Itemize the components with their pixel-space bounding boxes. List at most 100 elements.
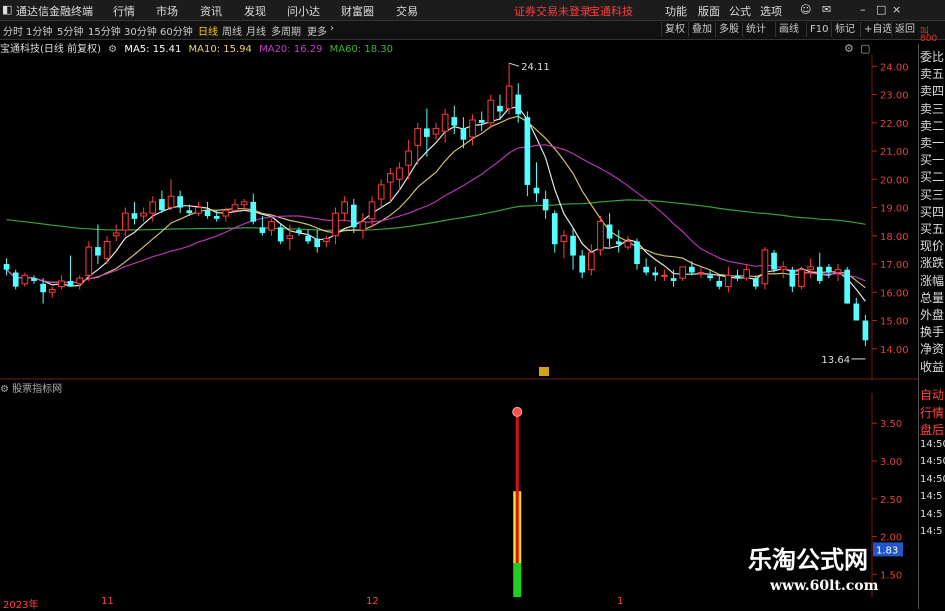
stock-name-header: 宝通科技 (589, 5, 633, 18)
candlestick-chart[interactable]: 24.00 23.00 22.00 21.00 20.00 19.00 18.00 17.00… (0, 55, 918, 380)
candle-body (3, 264, 10, 270)
candle-body (606, 224, 613, 239)
mail-icon[interactable]: ✉ (822, 3, 831, 16)
candle-body (469, 119, 476, 138)
high-annotation: 24.11 (521, 62, 550, 73)
quote-field-label: 卖三 (920, 101, 945, 116)
quote-field-label: 买五 (920, 222, 945, 236)
candle-body (277, 227, 284, 242)
quote-field-label: 买四 (920, 204, 945, 219)
candle-body (697, 271, 705, 274)
login-notice[interactable]: 证券交易未登录 (514, 3, 591, 19)
period-15min[interactable]: 15分钟 (88, 23, 121, 38)
candle-body (31, 278, 37, 281)
menu-item-news[interactable]: 资讯 (200, 3, 222, 19)
menu-item-ask[interactable]: 问小达 (287, 3, 320, 19)
panel-settings-icon[interactable]: ⚙ (844, 42, 854, 55)
period-intraday[interactable]: 分时 (3, 23, 23, 38)
low-annotation: 13.64 (821, 355, 850, 366)
minimize-icon[interactable]: – (860, 3, 866, 16)
period-weekly[interactable]: 周线 (222, 23, 242, 38)
quote-lower-label: 行情 (920, 405, 945, 420)
candle-body (688, 266, 695, 273)
candle-body (560, 235, 568, 242)
quote-panel-header: 800 (920, 34, 938, 44)
maximize-icon[interactable]: □ (876, 3, 886, 16)
candle-body (149, 201, 157, 214)
candle-body (240, 201, 248, 206)
candle-body (441, 113, 449, 132)
candle-body (296, 230, 302, 233)
candle-body (432, 127, 440, 135)
ma60-label: MA60: 18.30 (329, 44, 394, 55)
watermark: 乐淘公式网 www.60lt.com (748, 540, 928, 602)
tool-stats[interactable]: 统计 (742, 22, 769, 37)
ma-info-bar: 宝通科技(日线 前复权) ⚙ MA5: 15.41 MA10: 15.94 MA… (0, 40, 397, 55)
settings-gear-icon[interactable]: ⚙ (108, 44, 117, 55)
y-tick-label: 22.00 (880, 119, 909, 130)
candle-body (844, 269, 850, 304)
quote-field-label: 买三 (920, 187, 945, 202)
candle-body (21, 274, 29, 285)
period-monthly[interactable]: 月线 (246, 23, 266, 38)
candle-body (670, 278, 677, 281)
period-5min[interactable]: 5分钟 (57, 23, 83, 38)
tool-f10[interactable]: F10 (806, 22, 831, 37)
menu-item-quotes[interactable]: 行情 (113, 3, 135, 19)
quote-lower-label: 盘后 (920, 423, 945, 437)
menu-layout[interactable]: 版面 (698, 3, 720, 19)
candle-body (497, 105, 503, 112)
candle-body (798, 269, 805, 288)
close-icon[interactable]: × (892, 3, 901, 16)
menu-item-trade[interactable]: 交易 (396, 3, 418, 19)
quote-lower-label: 14:5 (920, 491, 943, 502)
y-tick-label: 20.00 (880, 175, 909, 186)
period-daily[interactable]: 日线 (198, 23, 218, 38)
y-tick-label: 15.00 (880, 317, 909, 328)
candle-body (112, 232, 120, 237)
period-1min[interactable]: 1分钟 (26, 23, 52, 38)
y-tick-label: 3.50 (880, 419, 902, 430)
candle-body (58, 280, 65, 288)
candle-body (615, 241, 622, 245)
panel-expand-icon[interactable]: ▢ (860, 42, 870, 55)
candle-body (140, 212, 147, 217)
candle-body (305, 235, 311, 242)
menu-item-wealth[interactable]: 财富圈 (341, 3, 374, 19)
chevron-right-icon[interactable]: › (330, 23, 334, 34)
quote-field-label: 涨幅 (920, 273, 945, 288)
quote-lower-label: 14:50 (920, 473, 945, 485)
period-more[interactable]: 更多 (307, 23, 327, 38)
candle-body (533, 187, 540, 194)
menu-item-market[interactable]: 市场 (156, 3, 178, 19)
period-30min[interactable]: 30分钟 (124, 23, 157, 38)
menu-function[interactable]: 功能 (665, 3, 687, 19)
candle-body (268, 221, 275, 231)
tool-draw[interactable]: 画线 (775, 22, 802, 37)
user-icon[interactable]: ☺ (800, 3, 811, 16)
tool-adjust[interactable]: 复权 (661, 22, 688, 37)
candle-body (186, 210, 193, 214)
candle-body (12, 272, 19, 287)
app-title: 通达信金融终端 (16, 5, 93, 18)
period-multi[interactable]: 多周期 (271, 23, 301, 38)
signal-bar-red (515, 411, 519, 492)
candle-body (634, 241, 640, 265)
tool-multistock[interactable]: 多股 (715, 22, 742, 37)
y-tick-label: 17.00 (880, 260, 909, 271)
y-tick-label: 23.00 (880, 91, 909, 102)
candle-body (761, 249, 769, 285)
tool-mark[interactable]: 标记 (831, 22, 858, 37)
y-tick-label: 19.00 (880, 204, 909, 215)
tool-overlay[interactable]: 叠加 (688, 22, 715, 37)
candle-body (40, 283, 46, 293)
tool-back[interactable]: 返回 (891, 22, 918, 37)
menu-item-discover[interactable]: 发现 (244, 3, 266, 19)
menu-options[interactable]: 选项 (760, 3, 782, 19)
candle-body (231, 204, 239, 211)
candle-body (213, 216, 220, 219)
candle-body (76, 277, 83, 285)
quote-field-label: 外盘 (920, 308, 945, 322)
period-60min[interactable]: 60分钟 (160, 23, 193, 38)
menu-formula[interactable]: 公式 (729, 3, 751, 19)
